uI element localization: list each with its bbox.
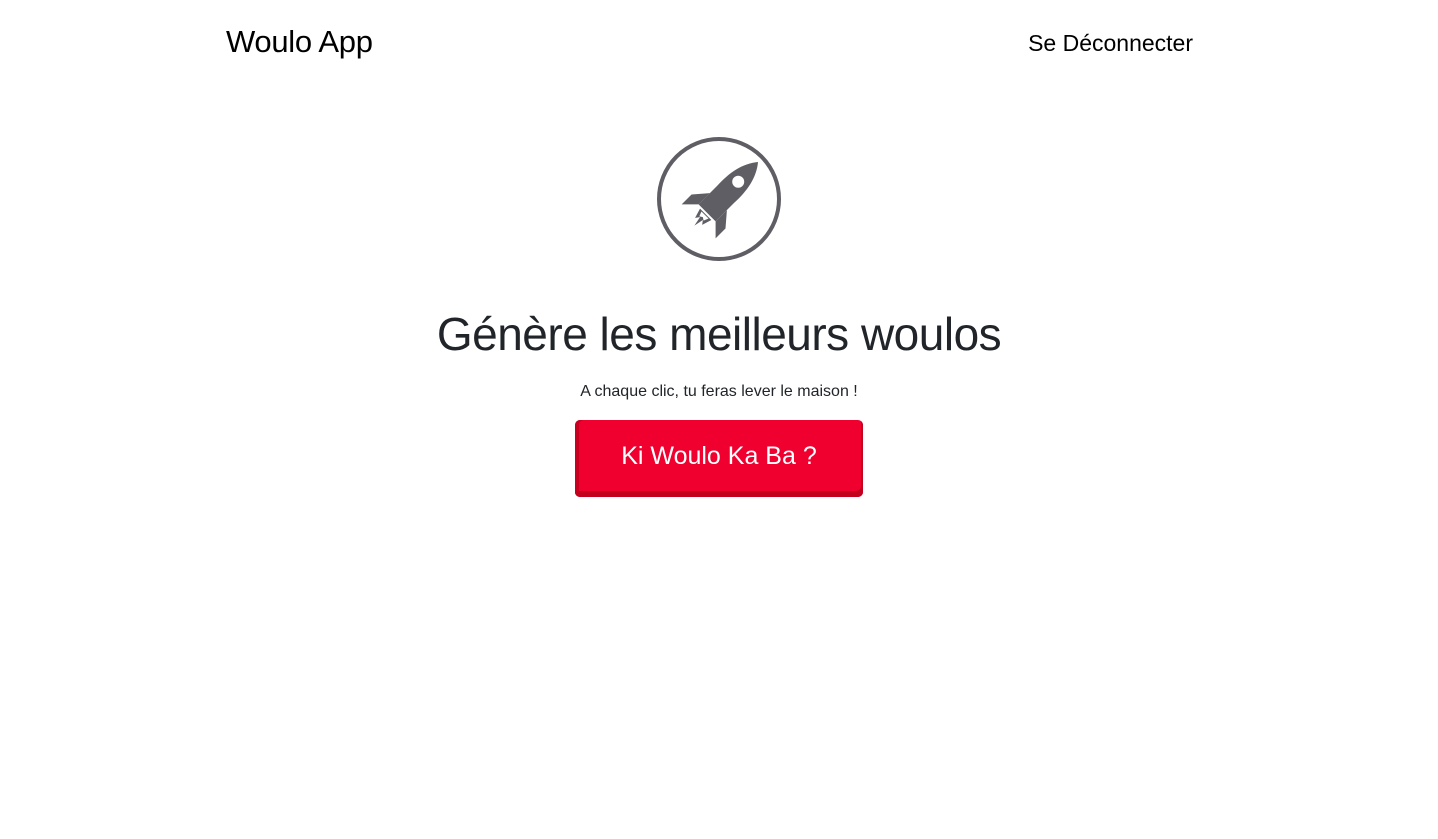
hero-section: Génère les meilleurs woulos A chaque cli… [0, 136, 1438, 497]
hero-title: Génère les meilleurs woulos [436, 308, 1002, 360]
navbar: Woulo App Se Déconnecter [0, 0, 1438, 86]
page: Woulo App Se Déconnecter Génère les meil… [0, 0, 1438, 839]
logout-link[interactable]: Se Déconnecter [1028, 28, 1193, 58]
rocket-icon [656, 136, 782, 262]
hero-subtitle: A chaque clic, tu feras lever le maison … [580, 383, 858, 400]
brand-link[interactable]: Woulo App [226, 22, 373, 62]
generate-woulo-button[interactable]: Ki Woulo Ka Ba ? [575, 420, 863, 497]
